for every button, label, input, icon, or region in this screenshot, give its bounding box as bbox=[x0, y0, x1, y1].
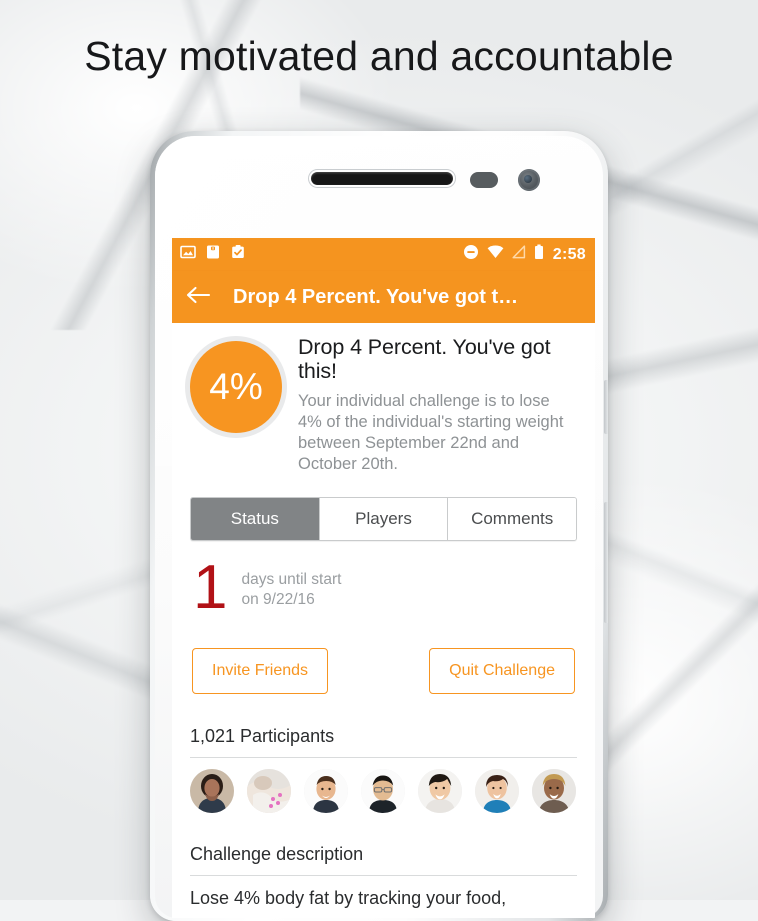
tab-comments[interactable]: Comments bbox=[447, 498, 576, 540]
participant-avatar-7[interactable] bbox=[532, 768, 576, 813]
divider bbox=[190, 874, 577, 876]
do-not-disturb-icon bbox=[463, 244, 479, 265]
participants-count: 1,021 Participants bbox=[190, 725, 335, 746]
proximity-sensor-icon bbox=[470, 172, 498, 188]
challenge-hero-text: Drop 4 Percent. You've got this! Your in… bbox=[282, 335, 577, 475]
clipboard-check-icon bbox=[230, 244, 246, 265]
challenge-actions: Invite Friends Quit Challenge bbox=[190, 647, 577, 694]
divider bbox=[190, 756, 577, 758]
challenge-badge-wrap: 4% bbox=[190, 335, 282, 475]
participant-avatar-2[interactable] bbox=[247, 768, 291, 813]
wifi-icon bbox=[487, 245, 504, 264]
countdown-block: 1 days until start on 9/22/16 bbox=[190, 553, 577, 622]
countdown-start-date: on 9/22/16 bbox=[241, 591, 315, 609]
challenge-percent-badge: 4% bbox=[190, 341, 282, 433]
volume-rocker-button[interactable] bbox=[604, 502, 608, 623]
status-bar-system: 2:58 bbox=[463, 244, 586, 265]
challenge-title: Drop 4 Percent. You've got this! bbox=[298, 335, 551, 384]
participant-avatar-1[interactable] bbox=[190, 768, 234, 813]
status-bar: 2:58 bbox=[172, 238, 595, 271]
challenge-subtitle: Your individual challenge is to lose 4% … bbox=[298, 391, 564, 473]
participant-avatar-6[interactable] bbox=[475, 768, 519, 813]
app-bar-title: Drop 4 Percent. You've got t… bbox=[233, 285, 519, 308]
participants-avatar-list bbox=[190, 768, 577, 813]
status-bar-clock: 2:58 bbox=[552, 245, 586, 263]
challenge-detail-content: 4% Drop 4 Percent. You've got this! Your… bbox=[172, 323, 595, 918]
back-arrow-icon[interactable] bbox=[186, 285, 211, 310]
promo-headline: Stay motivated and accountable bbox=[84, 33, 674, 79]
challenge-description-title: Challenge description bbox=[190, 843, 364, 864]
invite-friends-button[interactable]: Invite Friends bbox=[192, 647, 329, 694]
battery-icon bbox=[534, 244, 544, 265]
app-bar: Drop 4 Percent. You've got t… bbox=[172, 271, 595, 323]
earpiece-speaker-icon bbox=[311, 172, 453, 185]
phone-mockup: 2:58 Drop 4 Percent. You've got t… 4% Dr… bbox=[150, 131, 608, 921]
scale-icon bbox=[205, 244, 221, 265]
segmented-tabs: Status Players Comments bbox=[190, 497, 577, 541]
quit-challenge-button[interactable]: Quit Challenge bbox=[429, 647, 575, 694]
countdown-days-number: 1 bbox=[193, 553, 228, 622]
participant-avatar-4[interactable] bbox=[361, 768, 405, 813]
tab-status[interactable]: Status bbox=[191, 498, 319, 540]
countdown-labels: days until start on 9/22/16 bbox=[227, 561, 341, 611]
countdown-label: days until start bbox=[241, 571, 342, 588]
cell-signal-icon bbox=[512, 245, 526, 264]
challenge-description-body: Lose 4% body fat by tracking your food, bbox=[190, 887, 507, 908]
power-button[interactable] bbox=[604, 380, 608, 434]
participant-avatar-5[interactable] bbox=[418, 768, 462, 813]
participant-avatar-3[interactable] bbox=[304, 768, 348, 813]
tab-players[interactable]: Players bbox=[318, 498, 448, 540]
phone-screen: 2:58 Drop 4 Percent. You've got t… 4% Dr… bbox=[172, 238, 595, 918]
front-camera-icon bbox=[518, 169, 540, 191]
status-bar-notifications bbox=[180, 244, 246, 265]
image-icon bbox=[180, 244, 196, 265]
challenge-hero: 4% Drop 4 Percent. You've got this! Your… bbox=[190, 323, 577, 475]
